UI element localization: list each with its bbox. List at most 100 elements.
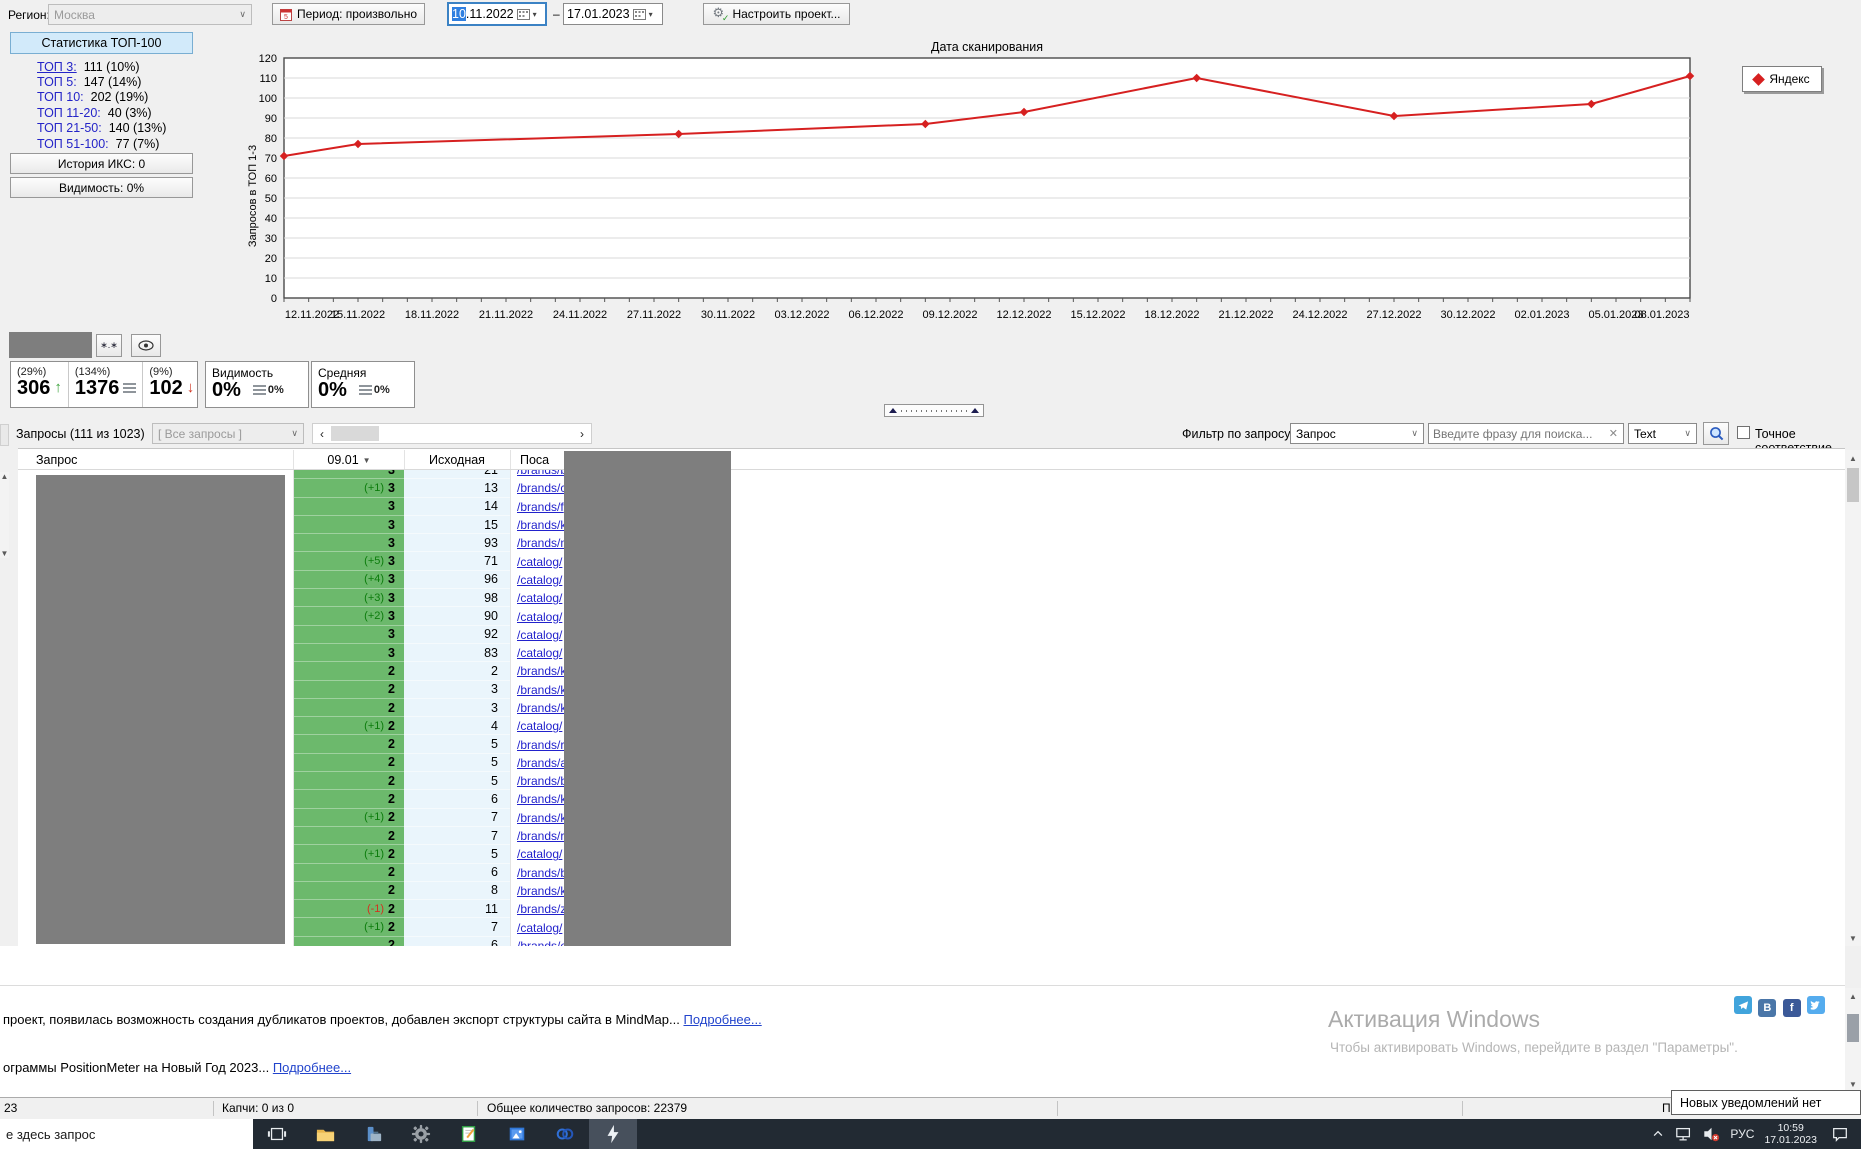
top-stat-link[interactable]: ТОП 10:: [37, 90, 84, 104]
landing-page-link[interactable]: /brands/e: [517, 939, 567, 946]
scroll-right-icon[interactable]: ›: [573, 427, 591, 441]
landing-page-link[interactable]: /catalog/: [517, 847, 562, 861]
notes-app-button[interactable]: [445, 1119, 493, 1149]
landing-page-link[interactable]: /catalog/: [517, 646, 562, 660]
scroll-up-icon[interactable]: ▲: [1845, 988, 1861, 1004]
chart-range-slider[interactable]: [884, 404, 984, 417]
telegram-icon[interactable]: [1734, 996, 1752, 1014]
landing-page-link[interactable]: /brands/c: [517, 481, 566, 495]
exact-match-checkbox[interactable]: [1737, 426, 1750, 439]
region-combo[interactable]: Москва ∨: [48, 4, 252, 25]
tools-app-button[interactable]: [349, 1119, 397, 1149]
top-stat-link[interactable]: ТОП 51-100:: [37, 137, 109, 151]
table-row[interactable]: (-1)211/brands/z: [294, 900, 570, 918]
search-phrase-input[interactable]: [1429, 427, 1604, 441]
scroll-up-icon[interactable]: ▲: [0, 472, 9, 481]
landing-page-link[interactable]: /brands/b: [517, 774, 567, 788]
news-more-link[interactable]: Подробнее...: [683, 1012, 761, 1027]
scroll-down-icon[interactable]: ▼: [1845, 930, 1861, 946]
positionmeter-app-button[interactable]: [589, 1119, 637, 1149]
loop-app-button[interactable]: [541, 1119, 589, 1149]
table-row[interactable]: (+2)390/catalog/: [294, 607, 570, 625]
table-row[interactable]: 392/catalog/: [294, 626, 570, 644]
network-status-button[interactable]: [1675, 1125, 1693, 1143]
landing-page-link[interactable]: /brands/k: [517, 701, 566, 715]
landing-page-link[interactable]: /brands/k: [517, 884, 566, 898]
table-row[interactable]: 28/brands/k: [294, 882, 570, 900]
landing-page-link[interactable]: /catalog/: [517, 573, 562, 587]
filter-field-combo[interactable]: Запрос ∨: [1290, 423, 1424, 444]
landing-page-link[interactable]: /brands/a: [517, 756, 567, 770]
facebook-icon[interactable]: f: [1783, 999, 1801, 1017]
date-from-input[interactable]: 10.11.2022 ▾: [447, 2, 547, 26]
table-row[interactable]: (+4)396/catalog/: [294, 571, 570, 589]
top-stat-link[interactable]: ТОП 21-50:: [37, 121, 102, 135]
iks-history-button[interactable]: История ИКС: 0: [10, 153, 193, 174]
landing-page-link[interactable]: /catalog/: [517, 719, 562, 733]
query-column-header[interactable]: Запрос: [36, 450, 77, 470]
landing-page-link[interactable]: /catalog/: [517, 610, 562, 624]
table-row[interactable]: (+5)371/catalog/: [294, 552, 570, 570]
table-row[interactable]: (+1)27/catalog/: [294, 918, 570, 936]
vk-icon[interactable]: B: [1758, 999, 1776, 1017]
table-row[interactable]: (+1)27/brands/k: [294, 809, 570, 827]
queries-filter-combo[interactable]: [ Все запросы ] ∨: [152, 423, 304, 444]
landing-page-link[interactable]: /brands/k: [517, 811, 566, 825]
slider-handle-icon[interactable]: [971, 408, 979, 413]
left-mini-scrollbar[interactable]: ▲ ▼: [0, 472, 9, 558]
language-indicator[interactable]: РУС: [1730, 1127, 1754, 1141]
landing-page-link[interactable]: /brands/b: [517, 866, 567, 880]
photos-app-button[interactable]: [493, 1119, 541, 1149]
twitter-icon[interactable]: [1807, 996, 1825, 1014]
table-row[interactable]: 26/brands/b: [294, 864, 570, 882]
landing-page-link[interactable]: /catalog/: [517, 555, 562, 569]
landing-page-link[interactable]: /catalog/: [517, 921, 562, 935]
taskbar-search-box[interactable]: е здесь запрос: [0, 1119, 253, 1149]
table-row[interactable]: 25/brands/a: [294, 754, 570, 772]
scrollbar-thumb[interactable]: [1847, 468, 1859, 502]
landing-column-header[interactable]: Поса: [520, 450, 549, 470]
tray-expand-button[interactable]: [1651, 1127, 1665, 1141]
landing-page-link[interactable]: /brands/k: [517, 792, 566, 806]
landing-page-link[interactable]: /brands/k: [517, 683, 566, 697]
clock[interactable]: 10:59 17.01.2023: [1764, 1122, 1817, 1146]
table-row[interactable]: (+1)24/catalog/: [294, 717, 570, 735]
table-row[interactable]: (+1)313/brands/c: [294, 479, 570, 497]
task-view-button[interactable]: [253, 1119, 301, 1149]
volume-muted-button[interactable]: [1702, 1125, 1721, 1143]
table-row[interactable]: 321/brands/b: [294, 470, 570, 479]
news-more-link[interactable]: Подробнее...: [273, 1060, 351, 1075]
table-row[interactable]: 26/brands/e: [294, 937, 570, 946]
initial-column-header[interactable]: Исходная: [404, 450, 510, 470]
landing-page-link[interactable]: /brands/r: [517, 738, 564, 752]
file-explorer-button[interactable]: [301, 1119, 349, 1149]
table-row[interactable]: (+3)398/catalog/: [294, 589, 570, 607]
scroll-down-icon[interactable]: ▼: [0, 549, 9, 558]
landing-page-link[interactable]: /brands/b: [517, 470, 567, 477]
calendar-picker-icon[interactable]: [517, 9, 530, 20]
landing-page-link[interactable]: /catalog/: [517, 628, 562, 642]
top-stat-link[interactable]: ТОП 5:: [37, 75, 77, 89]
top-stat-link[interactable]: ТОП 3:: [37, 60, 77, 74]
landing-page-link[interactable]: /catalog/: [517, 591, 562, 605]
scrollbar-thumb[interactable]: [1847, 1014, 1859, 1042]
settings-button[interactable]: [397, 1119, 445, 1149]
table-row[interactable]: 383/catalog/: [294, 644, 570, 662]
landing-page-link[interactable]: /brands/n: [517, 536, 567, 550]
action-center-button[interactable]: [1831, 1125, 1849, 1143]
table-row[interactable]: 23/brands/k: [294, 681, 570, 699]
date-to-input[interactable]: 17.01.2023 ▾: [563, 3, 663, 25]
visibility-button[interactable]: Видимость: 0%: [10, 177, 193, 198]
scroll-left-icon[interactable]: ‹: [313, 427, 331, 441]
top-stat-link[interactable]: ТОП 11-20:: [37, 106, 101, 120]
scroll-up-icon[interactable]: ▲: [1845, 450, 1861, 466]
table-row[interactable]: (+1)25/catalog/: [294, 845, 570, 863]
landing-page-link[interactable]: /brands/k: [517, 518, 566, 532]
columns-options-button[interactable]: ∗.∗: [96, 334, 122, 357]
chevron-down-icon[interactable]: ▾: [649, 10, 653, 19]
clear-icon[interactable]: ✕: [1604, 427, 1623, 440]
table-row[interactable]: 393/brands/n: [294, 534, 570, 552]
landing-page-link[interactable]: /brands/f: [517, 500, 564, 514]
search-button[interactable]: [1703, 422, 1729, 445]
panel-grip[interactable]: [0, 424, 9, 446]
